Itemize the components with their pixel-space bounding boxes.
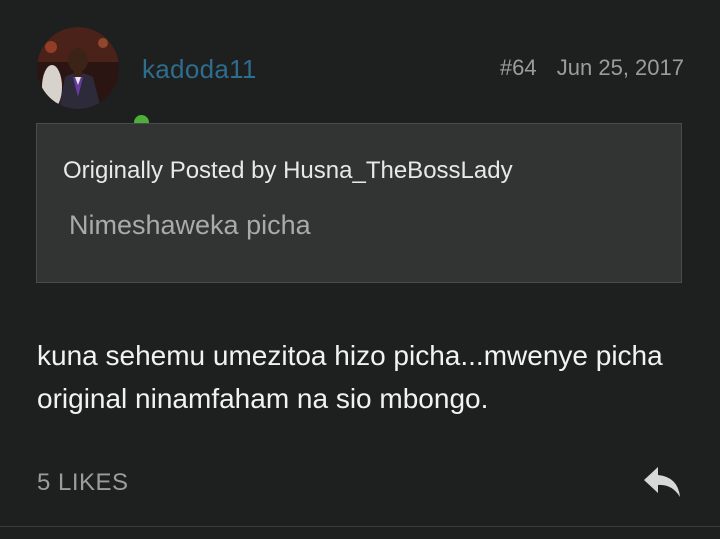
reply-button[interactable] (640, 462, 684, 502)
post-body-text: kuna sehemu umezitoa hizo picha...mwenye… (37, 340, 663, 414)
post-meta: #64 Jun 25, 2017 (500, 55, 684, 81)
quote-text: Nimeshaweka picha (69, 210, 311, 240)
avatar-photo (37, 27, 119, 109)
username-link[interactable]: kadoda11 (142, 54, 257, 85)
user-avatar[interactable] (37, 27, 151, 132)
quote-author[interactable]: Originally Posted by Husna_TheBossLady (63, 157, 513, 185)
quote-block: Originally Posted by Husna_TheBossLady N… (36, 123, 682, 283)
forum-post: kadoda11 #64 Jun 25, 2017 Originally Pos… (0, 0, 720, 539)
likes-count[interactable]: 5 LIKES (37, 469, 129, 497)
reply-arrow-icon (644, 467, 680, 497)
post-date: Jun 25, 2017 (556, 55, 684, 80)
post-number[interactable]: #64 (500, 55, 537, 80)
post-divider (0, 526, 720, 527)
